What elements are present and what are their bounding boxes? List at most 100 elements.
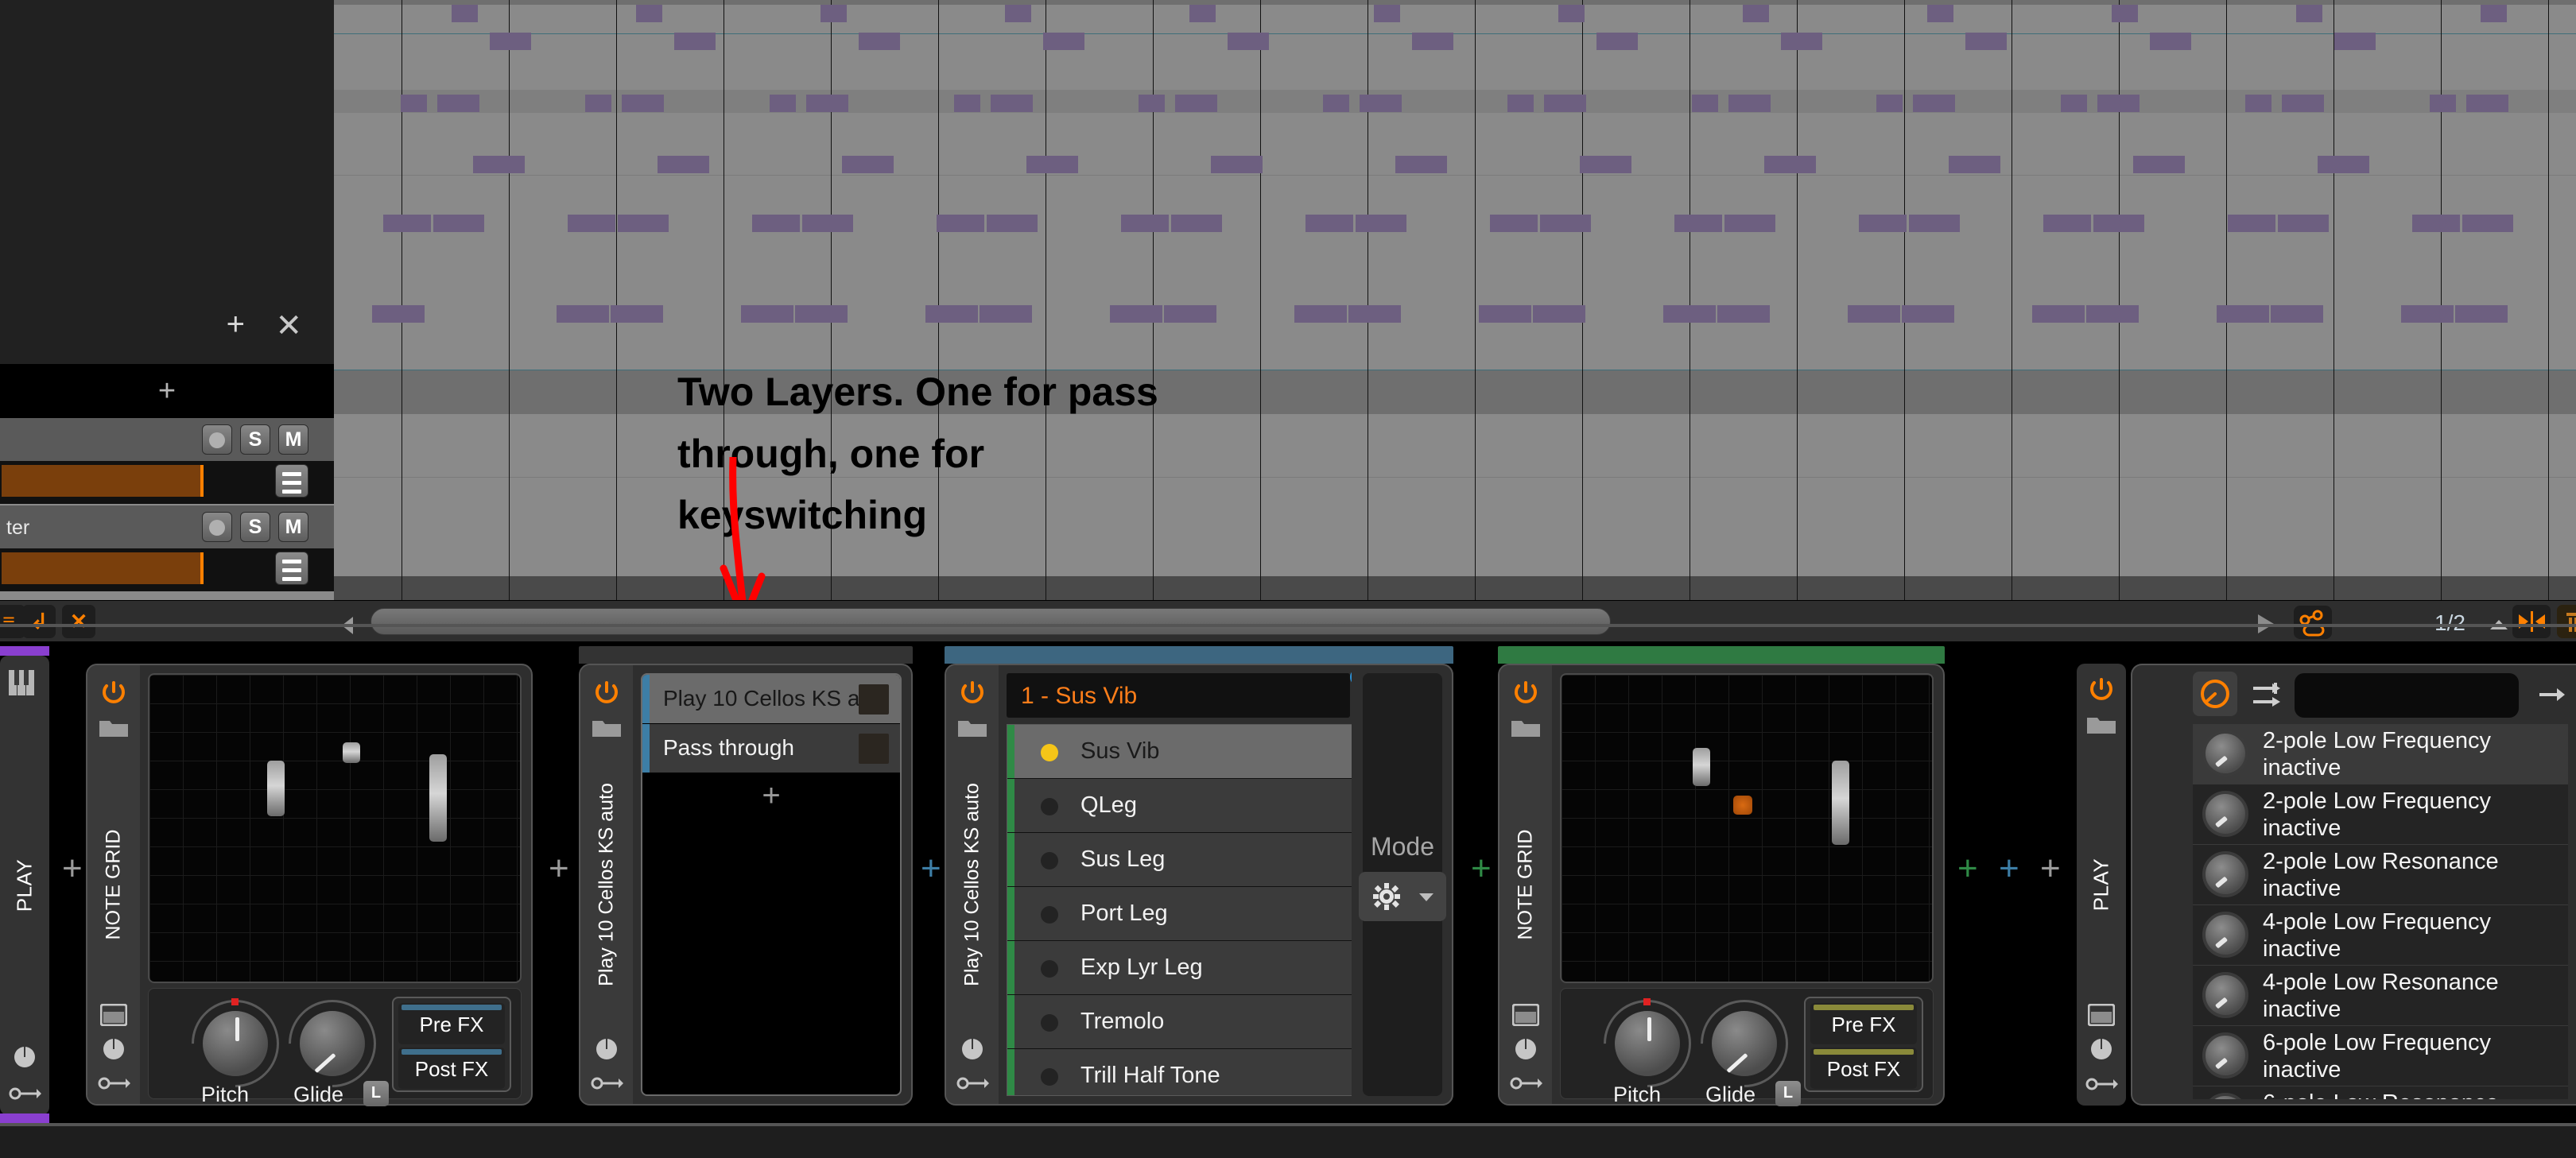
volume-slider[interactable]	[2, 552, 204, 584]
add-lane-button[interactable]: +	[227, 308, 245, 340]
snap-to-center-icon[interactable]	[2512, 605, 2551, 638]
pre-fx-button[interactable]: Pre FX	[1810, 1003, 1917, 1044]
record-arm-button[interactable]	[202, 424, 232, 455]
post-fx-button[interactable]: Post FX	[398, 1048, 505, 1089]
solo-button[interactable]: S	[240, 424, 270, 455]
note-grid-canvas-1[interactable]	[148, 673, 522, 983]
horizontal-scrollbar[interactable]	[370, 608, 1611, 635]
note-block[interactable]	[1693, 748, 1710, 786]
module-rail-1[interactable]: NOTE GRID	[87, 665, 140, 1104]
folder-icon[interactable]	[957, 716, 987, 738]
note-block[interactable]	[343, 742, 360, 763]
pitch-knob[interactable]	[201, 1009, 270, 1078]
add-track-row[interactable]: +	[0, 364, 334, 418]
layer-toggle-square[interactable]	[859, 684, 889, 715]
list-item[interactable]: 4-pole Low Frequency inactive	[2193, 905, 2568, 966]
table-row[interactable]: S M	[0, 418, 334, 504]
volume-slider[interactable]	[2, 465, 204, 497]
solo-button[interactable]: S	[240, 512, 270, 542]
glide-latch-badge[interactable]: L	[1775, 1081, 1801, 1106]
add-module-button-7[interactable]: +	[2040, 851, 2061, 886]
knob-toggle-icon[interactable]	[2193, 672, 2237, 716]
track-menu-button[interactable]	[275, 552, 308, 585]
search-input[interactable]	[2295, 673, 2519, 718]
forward-arrow-icon[interactable]	[2538, 683, 2565, 707]
add-track-icon[interactable]: +	[158, 376, 176, 406]
note-block-active[interactable]	[1733, 796, 1752, 815]
note-block[interactable]	[429, 754, 447, 842]
folder-icon[interactable]	[99, 716, 129, 738]
knob-icon	[14, 1047, 35, 1067]
window-icon[interactable]	[100, 1004, 127, 1026]
list-item[interactable]: 4-pole Low Resonance inactive	[2193, 966, 2568, 1026]
window-icon[interactable]	[1512, 1004, 1539, 1026]
key-arrow-icon[interactable]	[956, 1074, 989, 1093]
knob-icon[interactable]	[2089, 1037, 2113, 1061]
list-item[interactable]: 6-pole Low Frequency inactive	[2193, 1026, 2568, 1086]
delete-icon[interactable]	[2557, 605, 2576, 638]
close-panel-button[interactable]: ✕	[275, 310, 302, 342]
add-module-button-4[interactable]: +	[1471, 851, 1492, 886]
knob-icon[interactable]	[102, 1037, 126, 1061]
pre-fx-button[interactable]: Pre FX	[398, 1003, 505, 1044]
track-name: ter	[6, 517, 30, 539]
power-icon[interactable]	[100, 680, 127, 707]
list-item[interactable]: 2-pole Low Frequency inactive	[2193, 724, 2568, 784]
folder-icon[interactable]	[1511, 716, 1541, 738]
track-menu-button[interactable]	[275, 464, 308, 498]
knob-icon[interactable]	[1514, 1037, 1538, 1061]
glide-knob[interactable]	[1710, 1009, 1779, 1078]
mode-settings-button[interactable]	[1359, 872, 1446, 921]
add-layer-button[interactable]: +	[642, 778, 900, 814]
key-arrow-icon[interactable]	[590, 1074, 623, 1093]
articulation-color-edge	[1007, 779, 1014, 832]
add-module-button-1[interactable]: +	[62, 851, 83, 886]
module-rail-3[interactable]: Play 10 Cellos KS auto	[946, 665, 999, 1104]
left-play-rail[interactable]: PLAY	[0, 656, 49, 1115]
mute-button[interactable]: M	[278, 512, 308, 542]
note-block[interactable]	[1832, 761, 1849, 845]
list-item[interactable]: 6-pole Low Resonanceinactive	[2193, 1086, 2568, 1099]
post-fx-button[interactable]: Post FX	[1810, 1048, 1917, 1089]
table-row[interactable]: ter S M	[0, 505, 334, 591]
add-module-button-2[interactable]: +	[549, 851, 569, 886]
power-icon[interactable]	[1512, 680, 1539, 707]
link-nodes-icon[interactable]	[2294, 606, 2332, 639]
glide-latch-badge[interactable]: L	[363, 1081, 389, 1106]
piano-roll-grid[interactable]	[334, 0, 2576, 600]
knob-icon[interactable]	[595, 1037, 619, 1061]
add-module-button-6[interactable]: +	[1999, 851, 2019, 886]
list-item[interactable]: Pass through	[642, 724, 900, 773]
articulation-header[interactable]: 1 - Sus Vib	[1007, 668, 1368, 718]
glide-knob[interactable]	[298, 1009, 367, 1078]
module-rail-5[interactable]: NOTE GRID	[1499, 665, 1552, 1104]
record-arm-button[interactable]	[202, 512, 232, 542]
window-icon[interactable]	[2088, 1004, 2115, 1026]
loop-icon[interactable]: ↲	[22, 605, 56, 638]
list-item[interactable]: 2-pole Low Frequency inactive	[2193, 784, 2568, 916]
layer-list[interactable]: Play 10 Cellos KS a... Pass through +	[641, 673, 902, 1096]
key-arrow-icon[interactable]	[1509, 1074, 1542, 1093]
knob-icon[interactable]	[960, 1037, 984, 1061]
list-item[interactable]: 2-pole Low Resonance inactive	[2193, 845, 2568, 905]
close-x-icon[interactable]: ✕	[62, 605, 95, 638]
mute-button[interactable]: M	[278, 424, 308, 455]
list-item[interactable]: Play 10 Cellos KS a...	[642, 675, 900, 724]
power-icon[interactable]	[959, 680, 986, 707]
note-grid-canvas-2[interactable]	[1560, 673, 1934, 983]
key-arrow-icon[interactable]	[97, 1074, 130, 1093]
folder-icon[interactable]	[592, 716, 622, 738]
add-module-button-3[interactable]: +	[921, 851, 941, 886]
folder-icon[interactable]	[2086, 713, 2116, 735]
layer-toggle-square[interactable]	[859, 734, 889, 764]
sort-arrows-icon[interactable]	[2252, 680, 2282, 710]
power-icon[interactable]	[2088, 676, 2115, 703]
note-block[interactable]	[267, 761, 285, 816]
power-icon[interactable]	[593, 680, 620, 707]
add-module-button-5[interactable]: +	[1957, 851, 1978, 886]
pitch-knob[interactable]	[1613, 1009, 1682, 1078]
module-rail-2[interactable]: Play 10 Cellos KS auto	[580, 665, 633, 1104]
right-play-rail[interactable]: PLAY	[2077, 664, 2126, 1106]
filter-list[interactable]: 2-pole Low Frequency inactive 2-pole Low …	[2193, 724, 2568, 1099]
key-arrow-icon[interactable]	[2085, 1075, 2118, 1093]
